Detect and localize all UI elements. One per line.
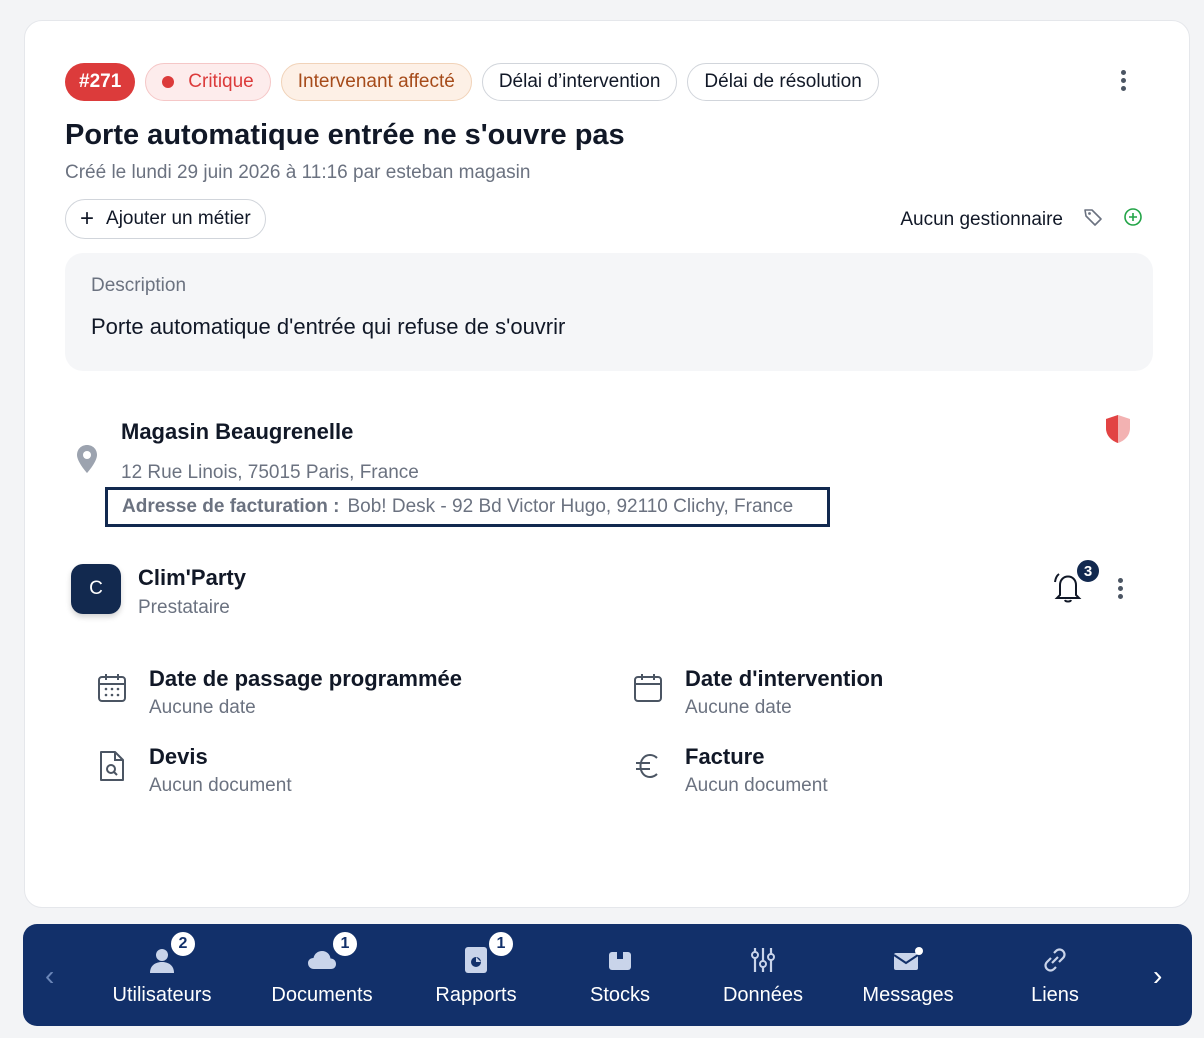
nav-item-reports[interactable]: 1 Rapports xyxy=(401,930,551,1007)
intervention-delay-badge[interactable]: Délai d’intervention xyxy=(481,63,678,101)
priority-dot-icon xyxy=(162,76,175,88)
priority-badge[interactable]: Critique xyxy=(145,63,271,101)
notification-count-badge: 3 xyxy=(1075,558,1101,584)
calendar-grid-icon xyxy=(97,672,127,719)
link-icon xyxy=(1044,948,1066,972)
quote-value: Aucun document xyxy=(149,775,292,796)
invoice-item[interactable]: Facture Aucun document xyxy=(633,744,828,797)
nav-label-users: Utilisateurs xyxy=(112,984,212,1006)
ticket-title: Porte automatique entrée ne s'ouvre pas xyxy=(65,119,625,151)
shield-icon[interactable] xyxy=(1103,413,1133,450)
nav-label-reports: Rapports xyxy=(435,984,517,1006)
chevron-left-icon[interactable]: ‹ xyxy=(45,960,54,992)
provider-avatar: C xyxy=(71,564,121,614)
plus-icon: + xyxy=(80,205,95,232)
status-badge[interactable]: Intervenant affecté xyxy=(280,63,472,101)
description-box: Description Porte automatique d'entrée q… xyxy=(65,253,1153,371)
scheduled-date-item[interactable]: Date de passage programmée Aucune date xyxy=(97,666,462,719)
nav-item-messages[interactable]: Messages xyxy=(833,940,983,1007)
invoice-value: Aucun document xyxy=(685,775,828,796)
box-icon xyxy=(609,952,631,970)
nav-item-stocks[interactable]: Stocks xyxy=(545,940,695,1007)
ticket-card: #271 Critique Intervenant affecté Délai … xyxy=(24,20,1190,908)
more-options-icon[interactable] xyxy=(1111,67,1135,97)
documents-count-badge: 1 xyxy=(331,930,359,958)
description-text: Porte automatique d'entrée qui refuse de… xyxy=(91,314,566,339)
invoice-title: Facture xyxy=(685,744,765,769)
nav-label-links: Liens xyxy=(1031,984,1079,1006)
manager-section: Aucun gestionnaire xyxy=(900,207,1143,232)
nav-item-links[interactable]: Liens xyxy=(980,940,1130,1007)
euro-icon xyxy=(633,750,663,797)
bottom-nav: ‹ 2 Utilisateurs 1 Documents 1 Rapports … xyxy=(23,924,1192,1026)
sliders-icon xyxy=(751,948,775,972)
nav-label-documents: Documents xyxy=(271,984,373,1006)
chevron-right-icon[interactable]: › xyxy=(1153,960,1162,992)
tag-icon[interactable] xyxy=(1083,207,1103,232)
ticket-id-badge: #271 xyxy=(65,63,136,101)
nav-item-users[interactable]: 2 Utilisateurs xyxy=(87,930,237,1007)
store-address: 12 Rue Linois, 75015 Paris, France xyxy=(121,462,419,483)
quote-item[interactable]: Devis Aucun document xyxy=(97,744,292,797)
billing-address: Adresse de facturation : Bob! Desk - 92 … xyxy=(105,487,830,527)
nav-label-data: Données xyxy=(722,984,804,1006)
document-search-icon xyxy=(97,750,127,797)
ticket-created-info: Créé le lundi 29 juin 2026 à 11:16 par e… xyxy=(65,162,531,183)
description-label: Description xyxy=(91,275,187,296)
users-count-badge: 2 xyxy=(169,930,197,958)
nav-label-messages: Messages xyxy=(862,984,954,1006)
nav-label-stocks: Stocks xyxy=(589,984,651,1006)
scheduled-date-value: Aucune date xyxy=(149,697,256,718)
scheduled-date-title: Date de passage programmée xyxy=(149,666,463,691)
location-pin-icon xyxy=(75,444,99,479)
intervention-date-title: Date d'intervention xyxy=(685,666,884,691)
badge-row: #271 Critique Intervenant affecté Délai … xyxy=(65,63,879,101)
store-name[interactable]: Magasin Beaugrenelle xyxy=(121,419,353,445)
mail-icon xyxy=(893,947,923,970)
nav-item-data[interactable]: Données xyxy=(688,940,838,1007)
add-trade-label: Ajouter un métier xyxy=(106,208,251,229)
priority-label: Critique xyxy=(188,71,254,92)
calendar-icon xyxy=(633,672,663,719)
report-icon xyxy=(465,947,487,973)
billing-label: Adresse de facturation : xyxy=(122,496,340,517)
billing-value: Bob! Desk - 92 Bd Victor Hugo, 92110 Cli… xyxy=(347,496,794,517)
add-circle-icon[interactable] xyxy=(1123,207,1143,232)
provider-options-icon[interactable] xyxy=(1109,575,1131,603)
nav-item-documents[interactable]: 1 Documents xyxy=(247,930,397,1007)
provider-role: Prestataire xyxy=(138,597,230,618)
resolution-delay-badge[interactable]: Délai de résolution xyxy=(687,63,879,101)
provider-name[interactable]: Clim'Party xyxy=(138,565,246,591)
quote-title: Devis xyxy=(149,744,208,769)
add-trade-button[interactable]: + Ajouter un métier xyxy=(65,199,266,239)
intervention-date-item[interactable]: Date d'intervention Aucune date xyxy=(633,666,883,719)
intervention-date-value: Aucune date xyxy=(685,697,792,718)
reports-count-badge: 1 xyxy=(487,930,515,958)
manager-label: Aucun gestionnaire xyxy=(900,208,1063,230)
